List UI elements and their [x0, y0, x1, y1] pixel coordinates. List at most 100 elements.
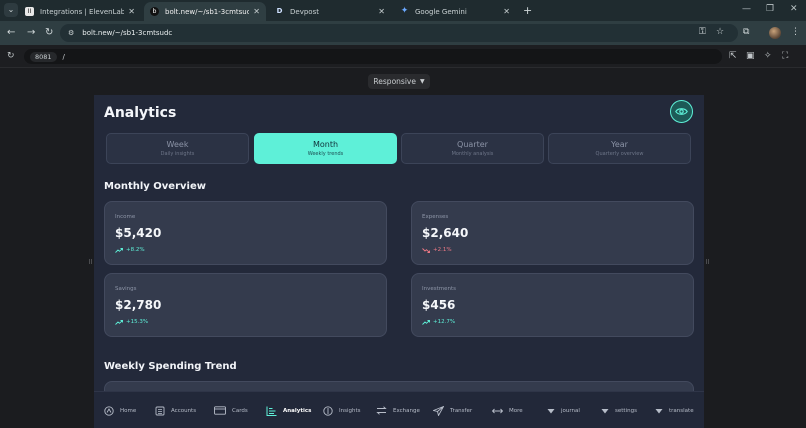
- card-value: $2,640: [422, 226, 469, 240]
- investments-card[interactable]: Investments $456 +12.7%: [411, 273, 694, 337]
- bookmark-star-icon[interactable]: ☆: [716, 27, 724, 37]
- nav-item-more[interactable]: More: [492, 392, 523, 428]
- password-key-icon[interactable]: ⚿: [699, 27, 706, 37]
- period-week-button[interactable]: Week Daily insights: [106, 133, 249, 164]
- app-preview: Analytics Week Daily insights Month Week…: [94, 95, 704, 428]
- tab-strip: ⌄ II Integrations | ElevenLabs ✕ b bolt.…: [0, 0, 806, 21]
- period-label: Year: [611, 140, 628, 149]
- card-value: $5,420: [115, 226, 162, 240]
- devpost-favicon-icon: D: [276, 7, 283, 15]
- card-label: Savings: [115, 286, 137, 292]
- visibility-toggle-button[interactable]: [670, 100, 693, 123]
- resize-handle-right[interactable]: [706, 259, 709, 264]
- chevron-down-icon: ▼: [419, 78, 425, 85]
- reload-icon[interactable]: ↻: [45, 27, 53, 38]
- tab-bolt[interactable]: b bolt.new/~/sb1-3cmtsudc ✕: [144, 2, 266, 21]
- url-input[interactable]: ⚙ bolt.new/~/sb1-3cmtsudc: [60, 24, 738, 42]
- site-info-icon[interactable]: ⚙: [68, 29, 74, 37]
- chrome-menu-icon[interactable]: ⋮: [791, 27, 800, 37]
- preview-path-input[interactable]: 8081 /: [24, 49, 722, 64]
- forward-icon[interactable]: →: [27, 27, 35, 38]
- fullscreen-icon[interactable]: ⛶: [782, 51, 788, 61]
- nav-label: Cards: [232, 407, 248, 414]
- card-change: +12.7%: [422, 319, 455, 325]
- close-icon[interactable]: ✕: [128, 7, 135, 16]
- url-text: bolt.new/~/sb1-3cmtsudc: [82, 29, 173, 37]
- viewport-mode-label: Responsive: [373, 77, 416, 86]
- extensions-icon[interactable]: ⧉: [743, 27, 749, 37]
- nav-item-accounts[interactable]: Accounts: [155, 392, 196, 428]
- period-sublabel: Daily insights: [160, 151, 195, 157]
- nav-label: Transfer: [450, 407, 473, 414]
- card-label: Expenses: [422, 214, 449, 220]
- nav-label: Exchange: [393, 407, 420, 414]
- address-bar: ← → ↻ ⚙ bolt.new/~/sb1-3cmtsudc ⚿ ☆ ⧉ ⋮: [0, 21, 806, 45]
- profile-avatar[interactable]: [769, 27, 781, 39]
- nav-item-insights[interactable]: Insights: [323, 392, 361, 428]
- income-card[interactable]: Income $5,420 +8.2%: [104, 201, 387, 265]
- triangle-down-icon: [547, 408, 555, 413]
- nav-item-journal[interactable]: journal: [547, 392, 580, 428]
- tab-title: Integrations | ElevenLabs: [40, 7, 125, 16]
- period-year-button[interactable]: Year Quarterly overview: [548, 133, 691, 164]
- nav-label: Home: [120, 407, 137, 414]
- preview-reload-icon[interactable]: ↻: [7, 51, 15, 61]
- tab-gemini[interactable]: ✦ Google Gemini ✕: [394, 2, 516, 21]
- tab-search-button[interactable]: ⌄: [4, 3, 18, 17]
- nav-item-home[interactable]: Home: [104, 392, 136, 428]
- period-month-button[interactable]: Month Weekly trends: [254, 133, 397, 164]
- close-icon[interactable]: ✕: [503, 7, 510, 16]
- card-value: $2,780: [115, 298, 162, 312]
- preview-path: /: [62, 52, 65, 61]
- nav-item-settings[interactable]: settings: [601, 392, 637, 428]
- lightbulb-icon: [323, 405, 333, 416]
- minimize-icon[interactable]: —: [742, 4, 751, 14]
- triangle-down-icon: [601, 408, 609, 413]
- nav-label: journal: [561, 407, 580, 414]
- tab-elevenlabs[interactable]: II Integrations | ElevenLabs ✕: [19, 2, 141, 21]
- close-icon[interactable]: ✕: [378, 7, 385, 16]
- building-icon: [155, 406, 165, 415]
- trend-heading: Weekly Spending Trend: [104, 361, 237, 372]
- tab-devpost[interactable]: D Devpost ✕: [269, 2, 391, 21]
- period-sublabel: Monthly analysis: [451, 151, 494, 157]
- restore-icon[interactable]: ❐: [766, 4, 774, 14]
- period-sublabel: Quarterly overview: [595, 151, 644, 157]
- period-label: Month: [312, 140, 339, 149]
- period-quarter-button[interactable]: Quarter Monthly analysis: [401, 133, 544, 164]
- viewport-mode-select[interactable]: Responsive ▼: [368, 74, 430, 89]
- back-icon[interactable]: ←: [7, 27, 15, 38]
- tab-title: Google Gemini: [415, 7, 467, 16]
- nav-item-transfer[interactable]: Transfer: [433, 392, 472, 428]
- nav-item-translate[interactable]: translate: [655, 392, 694, 428]
- nav-item-exchange[interactable]: Exchange: [376, 392, 420, 428]
- nav-item-analytics[interactable]: Analytics: [266, 392, 311, 428]
- eye-icon: [675, 108, 688, 115]
- close-icon[interactable]: ✕: [253, 7, 260, 16]
- card-change: +2.1%: [422, 247, 452, 253]
- savings-card[interactable]: Savings $2,780 +15.3%: [104, 273, 387, 337]
- card-change-value: +2.1%: [433, 247, 452, 253]
- gemini-favicon-icon: ✦: [400, 6, 409, 16]
- nav-item-cards[interactable]: Cards: [214, 392, 248, 428]
- bottom-nav: Home Accounts Cards Analytics Insights E…: [94, 391, 704, 428]
- trend-up-icon: [422, 319, 430, 325]
- device-preview-icon[interactable]: ▣: [746, 51, 755, 61]
- inspect-icon[interactable]: ✧: [764, 51, 772, 61]
- overview-heading: Monthly Overview: [104, 181, 206, 192]
- card-label: Investments: [422, 286, 457, 292]
- elevenlabs-favicon-icon: II: [25, 7, 34, 16]
- bar-chart-icon: [266, 406, 277, 416]
- resize-handle-left[interactable]: [89, 259, 92, 264]
- window-close-icon[interactable]: ✕: [790, 4, 798, 14]
- page-title: Analytics: [104, 105, 177, 121]
- expenses-card[interactable]: Expenses $2,640 +2.1%: [411, 201, 694, 265]
- tab-title: Devpost: [290, 7, 319, 16]
- trend-up-icon: [115, 247, 123, 253]
- nav-label: translate: [669, 407, 694, 414]
- card-change: +15.3%: [115, 319, 148, 325]
- open-external-icon[interactable]: ⇱: [729, 51, 737, 61]
- send-icon: [433, 405, 444, 416]
- period-label: Quarter: [457, 140, 488, 149]
- new-tab-button[interactable]: +: [523, 4, 532, 17]
